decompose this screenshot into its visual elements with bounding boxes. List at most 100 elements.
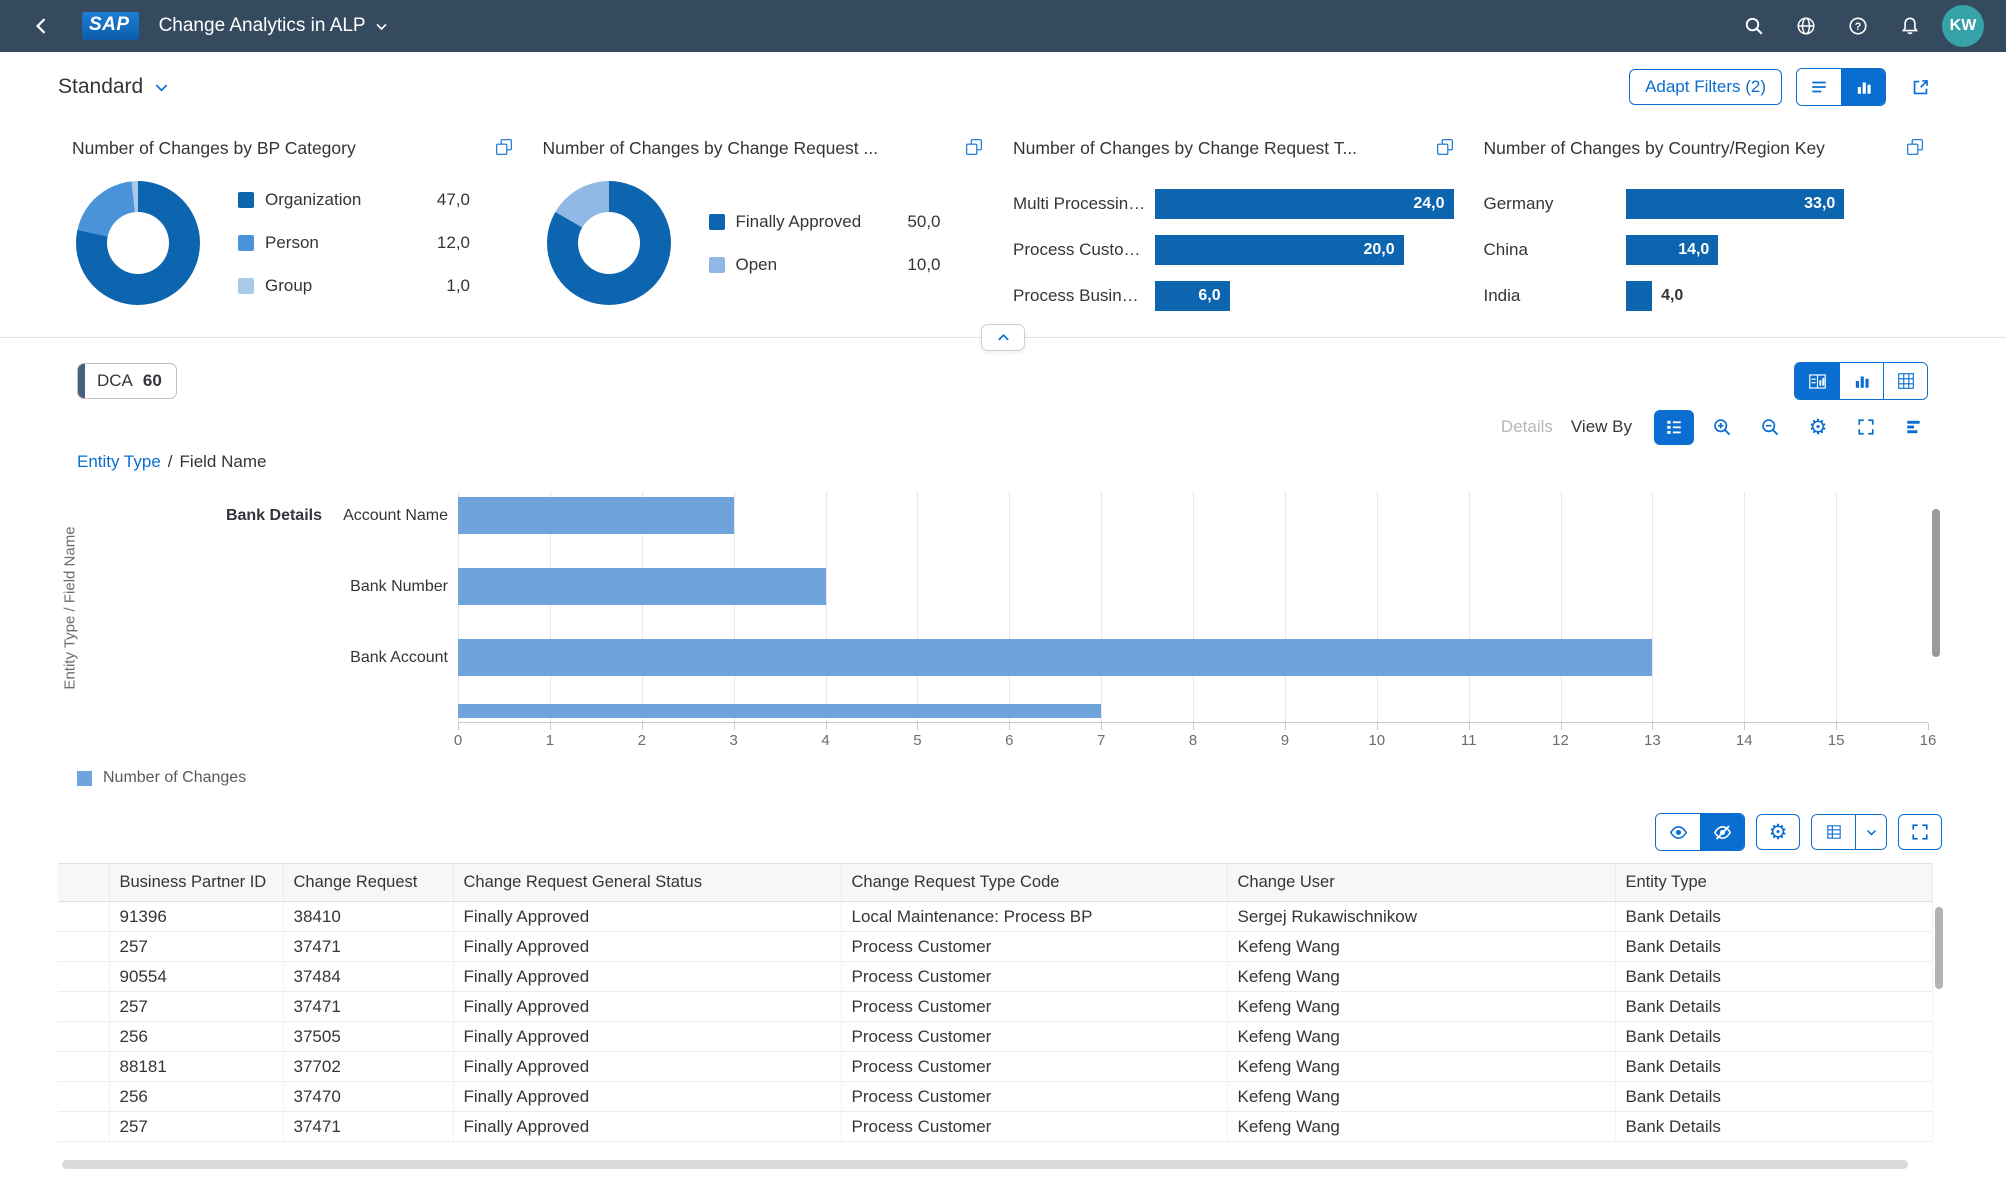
table-horizontal-scrollbar[interactable] [58, 1158, 1942, 1170]
table-scrollbar-thumb[interactable] [1934, 907, 1943, 989]
chart-scrollbar[interactable] [1930, 492, 1942, 723]
table-row[interactable]: 257 37471 Finally Approved Process Customer… [58, 991, 1933, 1022]
zoom-out-button[interactable] [1750, 410, 1790, 445]
row-select-cell[interactable] [58, 991, 110, 1022]
table-cell: Bank Details [1615, 931, 1933, 962]
table-row[interactable]: 256 37505 Finally Approved Process Customer… [58, 1021, 1933, 1052]
search-button[interactable] [1734, 6, 1774, 46]
row-select-cell[interactable] [58, 961, 110, 992]
chart-bar[interactable] [458, 639, 1653, 676]
chart-view-button[interactable] [1839, 363, 1883, 399]
zoom-out-icon [1761, 418, 1778, 435]
kpi-bar[interactable]: 24,0 [1155, 189, 1454, 219]
copy-icon[interactable] [1906, 138, 1924, 156]
table-cell: Bank Details [1615, 1021, 1933, 1052]
hybrid-view-button[interactable] [1795, 363, 1839, 399]
variant-selector[interactable]: Standard [58, 75, 169, 99]
chart-bar[interactable] [458, 497, 734, 534]
row-select-cell[interactable] [58, 1111, 110, 1142]
chart-bar[interactable] [458, 568, 826, 605]
row-select-cell[interactable] [58, 1021, 110, 1052]
table-cell: 90554 [109, 961, 284, 992]
copy-icon[interactable] [1436, 138, 1454, 156]
table-view-button[interactable] [1883, 363, 1927, 399]
sap-logo: SAP [82, 12, 139, 40]
avatar[interactable]: KW [1942, 5, 1984, 47]
chart-plot-area[interactable] [458, 492, 1928, 723]
share-button[interactable] [1900, 69, 1940, 105]
kpi-bar[interactable]: 33,0 [1625, 189, 1845, 219]
chart-type-button[interactable] [1894, 410, 1934, 445]
table-cell: Process Customer [841, 991, 1228, 1022]
notifications-button[interactable] [1890, 6, 1930, 46]
kpi-card[interactable]: Number of Changes by Change Request T...… [1013, 138, 1472, 311]
chart-fullscreen-button[interactable] [1846, 410, 1886, 445]
gridline [1376, 492, 1378, 722]
kpi-bar[interactable]: 14,0 [1625, 235, 1719, 265]
kpi-card[interactable]: Number of Changes by BP Category Organiza… [72, 138, 531, 311]
visual-filter-view-button[interactable] [1841, 69, 1885, 105]
legend-value: 10,0 [907, 254, 941, 274]
adapt-filters-button[interactable]: Adapt Filters (2) [1629, 69, 1782, 105]
column-header[interactable]: Change Request General Status [453, 863, 842, 902]
tick-mark [1928, 723, 1929, 730]
svg-text:?: ? [1855, 21, 1861, 33]
collapse-header-button[interactable] [981, 324, 1025, 351]
app-title-button[interactable]: Change Analytics in ALP [159, 15, 388, 37]
legend-toggle-button[interactable] [1654, 409, 1694, 445]
view-by-link[interactable]: View By [1571, 417, 1632, 437]
show-details-button[interactable] [1656, 814, 1700, 850]
table-row[interactable]: 90554 37484 Finally Approved Process Custom… [58, 961, 1933, 992]
zoom-in-button[interactable] [1702, 410, 1742, 445]
column-header[interactable]: Change Request [283, 863, 454, 902]
column-header[interactable]: Change User [1227, 863, 1616, 902]
table-row[interactable]: 257 37471 Finally Approved Process Customer… [58, 931, 1933, 962]
tick-mark [825, 723, 827, 730]
help-button[interactable]: ? [1838, 6, 1878, 46]
tick-mark [1744, 723, 1746, 730]
copy-icon[interactable] [495, 138, 513, 156]
kpi-bar[interactable]: 20,0 [1155, 235, 1404, 265]
table-row[interactable]: 256 37470 Finally Approved Process Customer… [58, 1081, 1933, 1112]
chart-scrollbar-thumb[interactable] [1932, 509, 1940, 657]
table-row[interactable]: 91396 38410 Finally Approved Local Maintena… [58, 901, 1933, 932]
column-header[interactable]: Change Request Type Code [841, 863, 1228, 902]
table-fullscreen-button[interactable] [1898, 814, 1942, 850]
kpi-bar-row: China 14,0 [1484, 235, 1925, 265]
back-button[interactable] [22, 6, 62, 46]
table-vertical-scrollbar[interactable] [1933, 863, 1945, 1142]
row-select-cell[interactable] [58, 901, 110, 932]
legend-icon [1667, 420, 1681, 434]
table-row[interactable]: 88181 37702 Finally Approved Process Custom… [58, 1051, 1933, 1082]
breadcrumb-entity-type-link[interactable]: Entity Type [77, 452, 161, 471]
tick-mark [1836, 723, 1838, 730]
export-menu-button[interactable] [1856, 815, 1886, 849]
row-select-cell[interactable] [58, 1051, 110, 1082]
table-row[interactable]: 257 37471 Finally Approved Process Customer… [58, 1111, 1933, 1142]
column-header[interactable]: Entity Type [1615, 863, 1933, 902]
compact-filter-view-button[interactable] [1797, 69, 1841, 105]
donut-chart[interactable] [76, 181, 200, 305]
kpi-card[interactable]: Number of Changes by Change Request ... F… [543, 138, 1002, 311]
horizontal-scrollbar-thumb[interactable] [62, 1160, 1909, 1169]
column-header[interactable]: Business Partner ID [109, 863, 284, 902]
table-settings-button[interactable]: ⚙ [1756, 814, 1800, 850]
hide-details-button[interactable] [1700, 814, 1744, 850]
legend-swatch [708, 213, 725, 230]
kpi-card[interactable]: Number of Changes by Country/Region Key G… [1484, 138, 1943, 311]
x-tick-label: 1 [545, 732, 555, 749]
assistant-button[interactable] [1786, 6, 1826, 46]
chart-category-label: Bank Account [350, 648, 448, 666]
kpi-card-title: Number of Changes by Country/Region Key [1483, 138, 1825, 158]
copy-icon[interactable] [965, 138, 983, 156]
donut-chart[interactable] [546, 181, 671, 305]
row-select-cell[interactable] [58, 1081, 110, 1112]
export-button[interactable] [1812, 815, 1856, 849]
chart-settings-button[interactable]: ⚙ [1798, 410, 1838, 445]
kpi-bar[interactable]: 6,0 [1155, 281, 1230, 311]
kpi-bar[interactable] [1625, 281, 1653, 311]
chart-bar-partial[interactable] [458, 704, 1102, 718]
row-select-cell[interactable] [58, 931, 110, 962]
kpi-legend-row: Finally Approved 50,0 [708, 212, 941, 232]
dca-chip[interactable]: DCA 60 [77, 363, 177, 399]
